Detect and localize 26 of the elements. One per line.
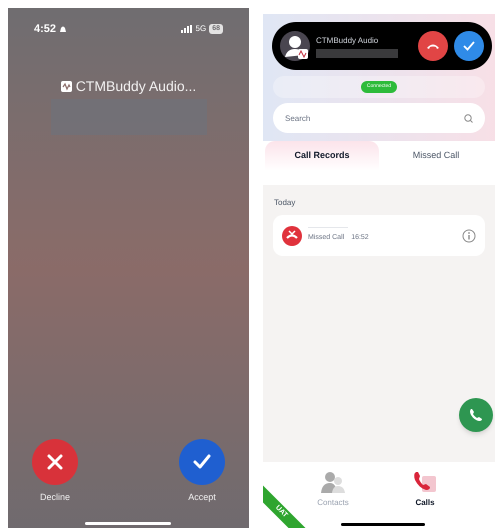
info-icon[interactable] [462,228,476,242]
bell-icon [59,24,68,34]
decline-button[interactable] [418,31,448,61]
close-icon [46,453,64,471]
section-heading: Today [274,197,296,209]
action-label: Decline [40,491,70,504]
status-time: 4:52 [34,22,56,37]
call-button[interactable] [459,398,493,432]
app-icon [60,80,72,92]
banner-title: CTMBuddy Audio [316,34,380,46]
search-icon [464,114,473,123]
action-label: Accept [188,491,216,504]
contacts-icon [320,470,346,494]
caller-name: CTMBuddy Audio... [76,76,196,96]
phone-icon [469,408,483,422]
checkmark-icon [192,453,212,471]
avatar-icon [280,31,310,61]
phone-icon [412,470,438,494]
checkmark-icon [462,40,476,52]
accept-button[interactable] [454,31,484,61]
hang-up-icon [426,42,440,50]
search-field[interactable]: Search [273,103,485,133]
tab[interactable]: Missed Call [379,141,493,171]
missed-call-icon [282,226,302,246]
network-label: 5G [196,23,206,36]
signal-icon [180,25,193,34]
